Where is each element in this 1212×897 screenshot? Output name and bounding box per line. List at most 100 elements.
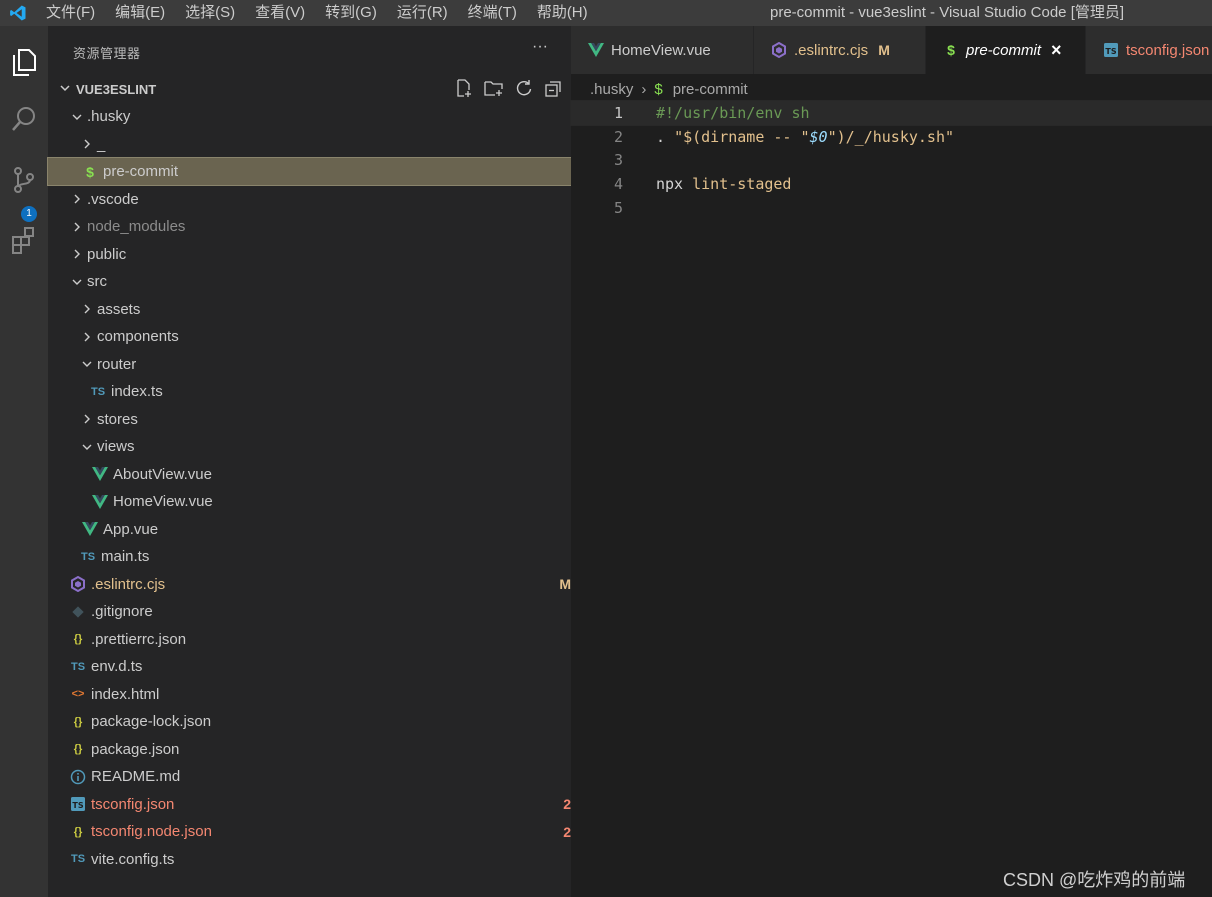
new-file-icon[interactable] <box>454 78 474 98</box>
code-line[interactable]: 2. "$(dirname -- "$0")/_/husky.sh" <box>571 125 1212 149</box>
chevron-down-icon <box>70 111 84 123</box>
tree-file-row[interactable]: README.md <box>48 763 591 790</box>
collapse-all-icon[interactable] <box>544 78 564 98</box>
tree-file-row[interactable]: {} package-lock.json <box>48 708 591 735</box>
code-text: . "$(dirname -- "$0")/_/husky.sh" <box>656 125 954 149</box>
modified-badge: M <box>559 576 571 592</box>
tree-file-row[interactable]: TS main.ts <box>48 543 601 570</box>
git-file-icon <box>68 605 88 618</box>
vue-file-icon <box>80 522 100 536</box>
tree-file-row[interactable]: App.vue <box>48 516 603 543</box>
tree-file-row[interactable]: .eslintrc.cjs M <box>48 571 591 598</box>
tab-label: HomeView.vue <box>611 41 711 59</box>
refresh-icon[interactable] <box>514 78 534 98</box>
new-folder-icon[interactable] <box>484 78 504 98</box>
tree-file-row[interactable]: $ pre-commit <box>47 157 604 186</box>
tree-folder-row[interactable]: node_modules <box>48 213 593 240</box>
tree-folder-row[interactable]: views <box>48 433 603 460</box>
tree-folder-row[interactable]: .vscode <box>48 186 593 213</box>
menu-item[interactable]: 运行(R) <box>387 0 458 26</box>
tree-folder-row[interactable]: stores <box>48 406 603 433</box>
code-text: #!/usr/bin/env sh <box>656 101 810 125</box>
tree-file-row[interactable]: TS env.d.ts <box>48 653 591 680</box>
code-line[interactable]: 1 #!/usr/bin/env sh <box>570 100 1212 126</box>
tree-file-row[interactable]: TS vite.config.ts <box>48 846 591 873</box>
title-bar: 文件(F) 编辑(E) 选择(S) 查看(V) 转到(G) 运行(R) 终端(T) 帮助(H)… <box>0 0 1212 26</box>
tree-file-row[interactable]: TS index.ts <box>48 378 611 405</box>
chevron-right-icon <box>70 193 84 205</box>
close-tab-icon[interactable]: × <box>1051 40 1062 61</box>
tree-file-row[interactable]: <> index.html <box>48 681 591 708</box>
chevron-right-icon <box>80 331 94 343</box>
json-file-icon: {} <box>73 633 83 645</box>
tree-file-row[interactable]: {} .prettierrc.json <box>48 626 591 653</box>
tree-item-label: pre-commit <box>103 163 179 180</box>
menu-item[interactable]: 编辑(E) <box>105 0 175 26</box>
menu-item[interactable]: 选择(S) <box>175 0 245 26</box>
tree-item-label: .eslintrc.cjs <box>91 575 166 593</box>
extensions-icon[interactable] <box>0 216 48 264</box>
explorer-icon[interactable] <box>0 38 48 86</box>
editor-tab[interactable]: $ pre-commit × <box>926 26 1086 74</box>
tree-item-label: main.ts <box>101 548 150 565</box>
tree-folder-row[interactable]: _ <box>48 131 603 158</box>
tree-folder-row[interactable]: components <box>48 323 603 350</box>
chevron-right-icon <box>80 413 94 425</box>
code-line[interactable]: 5 <box>571 196 1212 220</box>
code-editor[interactable]: 1 #!/usr/bin/env sh 2. "$(dirname -- "$0")… <box>570 100 1212 897</box>
tree-file-row[interactable]: .gitignore <box>48 598 591 625</box>
code-line[interactable]: 4 npx lint-staged <box>571 172 1212 196</box>
tree-file-row[interactable]: HomeView.vue <box>48 488 613 515</box>
code-token: #!/usr/bin/env sh <box>656 104 810 122</box>
tree-folder-row[interactable]: public <box>48 241 593 268</box>
vue-file-icon <box>90 494 110 509</box>
modified-badge: M <box>878 42 890 58</box>
breadcrumb: .husky › $ pre-commit <box>590 78 748 100</box>
editor-tab[interactable]: .eslintrc.cjs M <box>754 26 926 74</box>
tree-file-row[interactable]: TS tsconfig.json 2 <box>48 791 591 818</box>
tree-folder-row[interactable]: .husky <box>48 103 593 130</box>
tree-item-label: views <box>97 438 135 455</box>
more-actions-icon[interactable]: ··· <box>532 38 548 56</box>
shell-file-icon: $ <box>86 163 94 180</box>
tab-label: tsconfig.json <box>1126 41 1210 59</box>
tree-file-row[interactable]: AboutView.vue <box>48 461 613 488</box>
tree-folder-row[interactable]: assets <box>48 296 603 323</box>
breadcrumb-folder[interactable]: .husky <box>590 81 633 98</box>
project-title: VUE3ESLINT <box>76 81 157 97</box>
project-header[interactable]: VUE3ESLINT <box>48 78 571 100</box>
eslint-file-icon <box>68 576 88 592</box>
typescript-file-icon: TS <box>80 550 96 563</box>
menu-item[interactable]: 帮助(H) <box>527 0 598 26</box>
json-file-icon: {} <box>73 743 83 755</box>
tree-file-row[interactable]: {} package.json <box>48 736 591 763</box>
html-file-icon: <> <box>71 688 85 700</box>
source-control-icon[interactable] <box>0 156 48 204</box>
code-line[interactable]: 3 <box>571 148 1212 172</box>
activity-bar: 1 <box>0 26 48 897</box>
menu-item[interactable]: 转到(G) <box>315 0 387 26</box>
svg-text:TS: TS <box>1105 47 1116 56</box>
editor-tab[interactable]: HomeView.vue <box>571 26 754 74</box>
info-icon <box>68 769 88 785</box>
typescript-file-icon: TS <box>70 660 86 673</box>
chevron-right-icon <box>80 138 94 150</box>
line-number: 1 <box>613 104 623 122</box>
tree-file-row[interactable]: {} tsconfig.node.json 2 <box>48 818 591 845</box>
tree-item-label: index.html <box>91 685 160 703</box>
tree-folder-row[interactable]: src <box>48 268 593 295</box>
editor-tab[interactable]: TS tsconfig.json <box>1086 26 1212 74</box>
search-icon[interactable] <box>0 96 48 144</box>
tree-item-label: HomeView.vue <box>113 493 213 510</box>
vue-file-icon <box>585 43 607 57</box>
chevron-down-icon <box>54 82 76 97</box>
menu-item[interactable]: 文件(F) <box>36 0 105 26</box>
menu-bar: 文件(F) 编辑(E) 选择(S) 查看(V) 转到(G) 运行(R) 终端(T) 帮助(H) <box>36 0 598 26</box>
chevron-right-icon <box>70 221 84 233</box>
menu-item[interactable]: 终端(T) <box>458 0 527 26</box>
tree-item-label: AboutView.vue <box>113 465 212 483</box>
tree-folder-row[interactable]: router <box>48 351 603 378</box>
menu-item[interactable]: 查看(V) <box>245 0 315 26</box>
tree-item-label: README.md <box>91 768 181 785</box>
breadcrumb-file[interactable]: pre-commit <box>673 81 748 98</box>
